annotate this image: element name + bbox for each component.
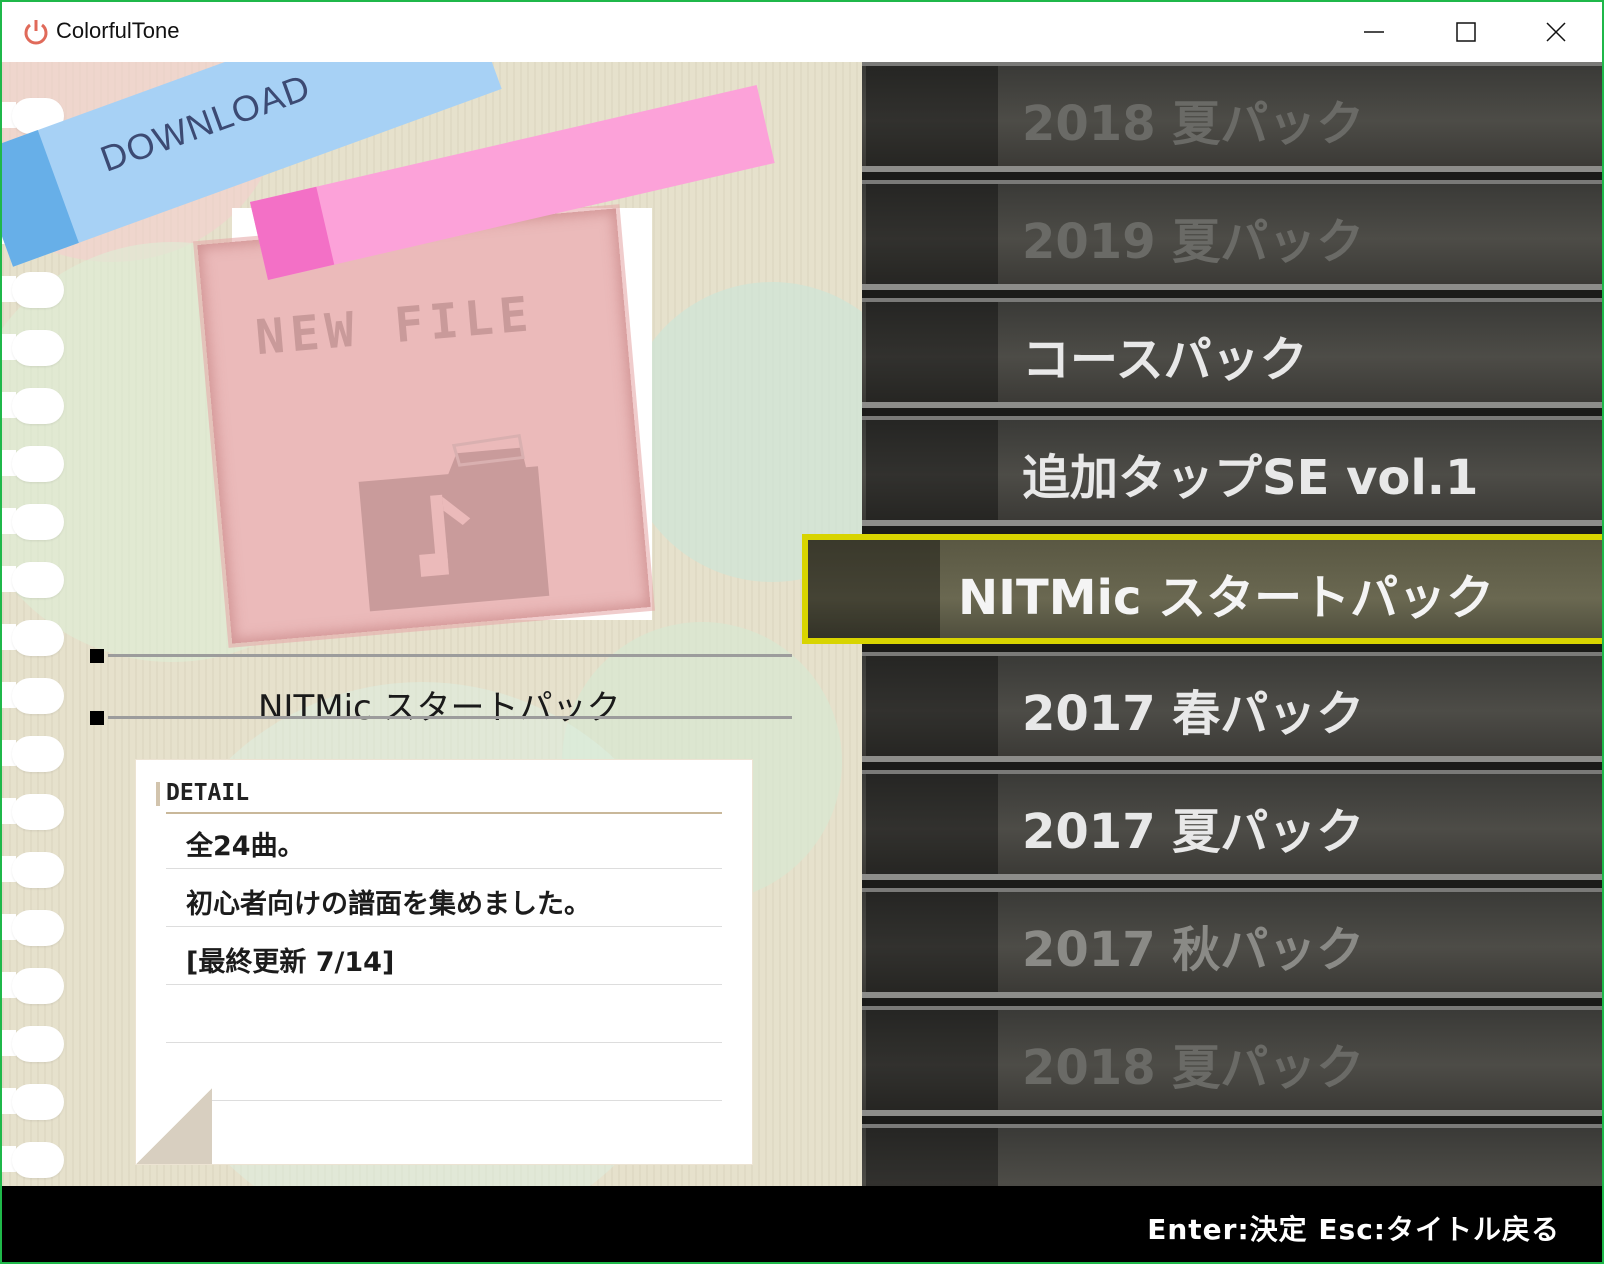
card-title: NEW FILE bbox=[253, 286, 537, 367]
spiral-ring bbox=[12, 968, 64, 1004]
page-curl bbox=[136, 1088, 212, 1164]
close-icon bbox=[1546, 22, 1566, 42]
window-title: ColorfulTone bbox=[56, 18, 180, 43]
spiral-ring bbox=[12, 678, 64, 714]
spiral-ring bbox=[12, 272, 64, 308]
menu-item-2017-summer[interactable]: 2017 夏パック bbox=[862, 770, 1602, 880]
spiral-ring bbox=[12, 852, 64, 888]
minimize-button[interactable] bbox=[1328, 2, 1420, 62]
footer-bar: Enter:決定 Esc:タイトル戻る bbox=[2, 1186, 1602, 1262]
key-hint: Enter:決定 Esc:タイトル戻る bbox=[1147, 1213, 1560, 1246]
pack-menu: 2018 夏パック 2019 夏パック コースパック 追加タップSE vol.1… bbox=[802, 62, 1602, 1234]
spiral-ring bbox=[12, 446, 64, 482]
notebook-panel: NEW FILE DOWNLOAD NITMic スタートパック DETAIL … bbox=[2, 62, 862, 1186]
spiral-ring bbox=[12, 1084, 64, 1120]
menu-item-2017-spring[interactable]: 2017 春パック bbox=[862, 652, 1602, 762]
spiral-ring bbox=[12, 504, 64, 540]
app-window: ColorfulTone NEW FILE DOWNLOAD NITMic スタ… bbox=[0, 0, 1604, 1264]
detail-line: [最終更新 7/14] bbox=[186, 947, 395, 978]
menu-item-tap-se[interactable]: 追加タップSE vol.1 bbox=[862, 416, 1602, 526]
detail-heading: DETAIL bbox=[166, 780, 250, 806]
detail-line: 全24曲。 bbox=[186, 831, 305, 862]
spiral-ring bbox=[12, 1142, 64, 1178]
spiral-ring bbox=[12, 620, 64, 656]
spiral-ring bbox=[12, 562, 64, 598]
close-button[interactable] bbox=[1510, 2, 1602, 62]
title-bar: ColorfulTone bbox=[2, 2, 1602, 62]
menu-item-nitmic-start[interactable]: NITMic スタートパック bbox=[802, 534, 1602, 644]
bullet-square bbox=[90, 711, 104, 725]
divider-bottom bbox=[108, 716, 792, 719]
spiral-ring bbox=[12, 736, 64, 772]
menu-item-2018-summer-2[interactable]: 2018 夏パック bbox=[862, 1006, 1602, 1116]
menu-item-2018-summer[interactable]: 2018 夏パック bbox=[862, 62, 1602, 172]
music-folder-icon bbox=[358, 434, 550, 612]
divider-top bbox=[108, 654, 792, 657]
maximize-icon bbox=[1456, 22, 1476, 42]
bullet-square bbox=[90, 649, 104, 663]
menu-item-2019-summer[interactable]: 2019 夏パック bbox=[862, 180, 1602, 290]
power-icon bbox=[24, 20, 48, 45]
spiral-ring bbox=[12, 330, 64, 366]
detail-line: 初心者向けの譜面を集めました。 bbox=[186, 889, 591, 920]
maximize-button[interactable] bbox=[1420, 2, 1512, 62]
spiral-ring bbox=[12, 388, 64, 424]
menu-item-2017-autumn[interactable]: 2017 秋パック bbox=[862, 888, 1602, 998]
selected-pack-name: NITMic スタートパック bbox=[258, 688, 621, 728]
game-screen: NEW FILE DOWNLOAD NITMic スタートパック DETAIL … bbox=[2, 62, 1602, 1262]
detail-note: DETAIL 全24曲。 初心者向けの譜面を集めました。 [最終更新 7/14] bbox=[136, 760, 752, 1164]
spiral-ring bbox=[12, 910, 64, 946]
spiral-ring bbox=[12, 1026, 64, 1062]
spiral-ring bbox=[12, 794, 64, 830]
menu-item-course-pack[interactable]: コースパック bbox=[862, 298, 1602, 408]
new-file-card: NEW FILE bbox=[197, 208, 651, 644]
minimize-icon bbox=[1364, 31, 1384, 33]
